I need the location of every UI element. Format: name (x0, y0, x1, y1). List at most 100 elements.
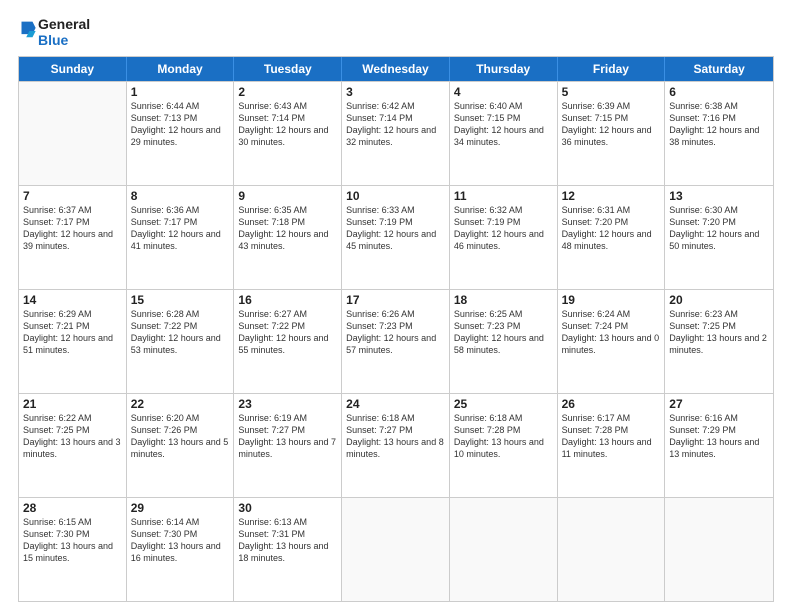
day-cell-11: 11Sunrise: 6:32 AMSunset: 7:19 PMDayligh… (450, 186, 558, 289)
day-cell-9: 9Sunrise: 6:35 AMSunset: 7:18 PMDaylight… (234, 186, 342, 289)
day-cell-12: 12Sunrise: 6:31 AMSunset: 7:20 PMDayligh… (558, 186, 666, 289)
day-cell-4: 4Sunrise: 6:40 AMSunset: 7:15 PMDaylight… (450, 82, 558, 185)
day-number: 29 (131, 501, 230, 515)
day-info: Sunrise: 6:25 AMSunset: 7:23 PMDaylight:… (454, 308, 553, 357)
day-number: 22 (131, 397, 230, 411)
day-number: 3 (346, 85, 445, 99)
day-info: Sunrise: 6:15 AMSunset: 7:30 PMDaylight:… (23, 516, 122, 565)
day-cell-20: 20Sunrise: 6:23 AMSunset: 7:25 PMDayligh… (665, 290, 773, 393)
day-number: 7 (23, 189, 122, 203)
header-day-saturday: Saturday (665, 57, 773, 81)
day-info: Sunrise: 6:17 AMSunset: 7:28 PMDaylight:… (562, 412, 661, 461)
day-cell-8: 8Sunrise: 6:36 AMSunset: 7:17 PMDaylight… (127, 186, 235, 289)
day-number: 23 (238, 397, 337, 411)
day-cell-25: 25Sunrise: 6:18 AMSunset: 7:28 PMDayligh… (450, 394, 558, 497)
day-cell-5: 5Sunrise: 6:39 AMSunset: 7:15 PMDaylight… (558, 82, 666, 185)
day-number: 10 (346, 189, 445, 203)
header-day-thursday: Thursday (450, 57, 558, 81)
empty-cell (342, 498, 450, 601)
day-number: 11 (454, 189, 553, 203)
empty-cell (665, 498, 773, 601)
day-number: 4 (454, 85, 553, 99)
day-number: 27 (669, 397, 769, 411)
day-number: 9 (238, 189, 337, 203)
day-number: 2 (238, 85, 337, 99)
week-row-5: 28Sunrise: 6:15 AMSunset: 7:30 PMDayligh… (19, 497, 773, 601)
day-cell-24: 24Sunrise: 6:18 AMSunset: 7:27 PMDayligh… (342, 394, 450, 497)
day-info: Sunrise: 6:40 AMSunset: 7:15 PMDaylight:… (454, 100, 553, 149)
day-info: Sunrise: 6:14 AMSunset: 7:30 PMDaylight:… (131, 516, 230, 565)
calendar-body: 1Sunrise: 6:44 AMSunset: 7:13 PMDaylight… (19, 81, 773, 601)
day-info: Sunrise: 6:19 AMSunset: 7:27 PMDaylight:… (238, 412, 337, 461)
day-cell-16: 16Sunrise: 6:27 AMSunset: 7:22 PMDayligh… (234, 290, 342, 393)
day-info: Sunrise: 6:20 AMSunset: 7:26 PMDaylight:… (131, 412, 230, 461)
day-number: 14 (23, 293, 122, 307)
header: General Blue (18, 16, 774, 48)
logo-text: General Blue (38, 16, 90, 48)
day-info: Sunrise: 6:22 AMSunset: 7:25 PMDaylight:… (23, 412, 122, 461)
day-cell-28: 28Sunrise: 6:15 AMSunset: 7:30 PMDayligh… (19, 498, 127, 601)
week-row-3: 14Sunrise: 6:29 AMSunset: 7:21 PMDayligh… (19, 289, 773, 393)
day-number: 20 (669, 293, 769, 307)
day-number: 19 (562, 293, 661, 307)
header-day-sunday: Sunday (19, 57, 127, 81)
page: General Blue SundayMondayTuesdayWednesda… (0, 0, 792, 612)
week-row-4: 21Sunrise: 6:22 AMSunset: 7:25 PMDayligh… (19, 393, 773, 497)
day-cell-30: 30Sunrise: 6:13 AMSunset: 7:31 PMDayligh… (234, 498, 342, 601)
calendar: SundayMondayTuesdayWednesdayThursdayFrid… (18, 56, 774, 602)
day-info: Sunrise: 6:26 AMSunset: 7:23 PMDaylight:… (346, 308, 445, 357)
day-info: Sunrise: 6:42 AMSunset: 7:14 PMDaylight:… (346, 100, 445, 149)
day-info: Sunrise: 6:24 AMSunset: 7:24 PMDaylight:… (562, 308, 661, 357)
day-number: 8 (131, 189, 230, 203)
header-day-friday: Friday (558, 57, 666, 81)
day-info: Sunrise: 6:37 AMSunset: 7:17 PMDaylight:… (23, 204, 122, 253)
day-cell-23: 23Sunrise: 6:19 AMSunset: 7:27 PMDayligh… (234, 394, 342, 497)
day-cell-7: 7Sunrise: 6:37 AMSunset: 7:17 PMDaylight… (19, 186, 127, 289)
day-cell-18: 18Sunrise: 6:25 AMSunset: 7:23 PMDayligh… (450, 290, 558, 393)
day-cell-6: 6Sunrise: 6:38 AMSunset: 7:16 PMDaylight… (665, 82, 773, 185)
day-info: Sunrise: 6:32 AMSunset: 7:19 PMDaylight:… (454, 204, 553, 253)
day-info: Sunrise: 6:38 AMSunset: 7:16 PMDaylight:… (669, 100, 769, 149)
day-cell-2: 2Sunrise: 6:43 AMSunset: 7:14 PMDaylight… (234, 82, 342, 185)
day-cell-21: 21Sunrise: 6:22 AMSunset: 7:25 PMDayligh… (19, 394, 127, 497)
header-day-wednesday: Wednesday (342, 57, 450, 81)
day-info: Sunrise: 6:23 AMSunset: 7:25 PMDaylight:… (669, 308, 769, 357)
day-info: Sunrise: 6:13 AMSunset: 7:31 PMDaylight:… (238, 516, 337, 565)
day-info: Sunrise: 6:29 AMSunset: 7:21 PMDaylight:… (23, 308, 122, 357)
day-cell-17: 17Sunrise: 6:26 AMSunset: 7:23 PMDayligh… (342, 290, 450, 393)
day-info: Sunrise: 6:27 AMSunset: 7:22 PMDaylight:… (238, 308, 337, 357)
day-info: Sunrise: 6:30 AMSunset: 7:20 PMDaylight:… (669, 204, 769, 253)
day-info: Sunrise: 6:44 AMSunset: 7:13 PMDaylight:… (131, 100, 230, 149)
day-cell-26: 26Sunrise: 6:17 AMSunset: 7:28 PMDayligh… (558, 394, 666, 497)
day-number: 6 (669, 85, 769, 99)
day-cell-15: 15Sunrise: 6:28 AMSunset: 7:22 PMDayligh… (127, 290, 235, 393)
day-number: 16 (238, 293, 337, 307)
day-cell-10: 10Sunrise: 6:33 AMSunset: 7:19 PMDayligh… (342, 186, 450, 289)
day-cell-14: 14Sunrise: 6:29 AMSunset: 7:21 PMDayligh… (19, 290, 127, 393)
logo: General Blue (18, 16, 90, 48)
header-day-monday: Monday (127, 57, 235, 81)
day-info: Sunrise: 6:33 AMSunset: 7:19 PMDaylight:… (346, 204, 445, 253)
week-row-1: 1Sunrise: 6:44 AMSunset: 7:13 PMDaylight… (19, 81, 773, 185)
day-number: 1 (131, 85, 230, 99)
day-number: 25 (454, 397, 553, 411)
day-cell-13: 13Sunrise: 6:30 AMSunset: 7:20 PMDayligh… (665, 186, 773, 289)
day-number: 13 (669, 189, 769, 203)
day-number: 5 (562, 85, 661, 99)
logo-icon (18, 20, 36, 42)
day-number: 24 (346, 397, 445, 411)
day-number: 28 (23, 501, 122, 515)
day-cell-3: 3Sunrise: 6:42 AMSunset: 7:14 PMDaylight… (342, 82, 450, 185)
day-number: 21 (23, 397, 122, 411)
day-info: Sunrise: 6:39 AMSunset: 7:15 PMDaylight:… (562, 100, 661, 149)
day-number: 30 (238, 501, 337, 515)
week-row-2: 7Sunrise: 6:37 AMSunset: 7:17 PMDaylight… (19, 185, 773, 289)
day-info: Sunrise: 6:16 AMSunset: 7:29 PMDaylight:… (669, 412, 769, 461)
empty-cell (558, 498, 666, 601)
day-info: Sunrise: 6:31 AMSunset: 7:20 PMDaylight:… (562, 204, 661, 253)
day-info: Sunrise: 6:35 AMSunset: 7:18 PMDaylight:… (238, 204, 337, 253)
calendar-header: SundayMondayTuesdayWednesdayThursdayFrid… (19, 57, 773, 81)
day-cell-22: 22Sunrise: 6:20 AMSunset: 7:26 PMDayligh… (127, 394, 235, 497)
day-number: 15 (131, 293, 230, 307)
day-number: 12 (562, 189, 661, 203)
